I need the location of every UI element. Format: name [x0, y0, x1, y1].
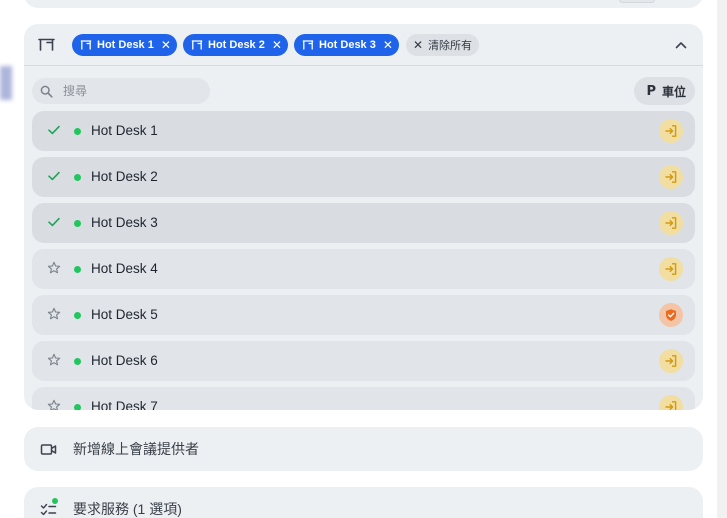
desk-row[interactable]: Hot Desk 7: [32, 387, 695, 410]
desk-icon: [80, 40, 92, 50]
star-icon[interactable]: [47, 261, 61, 275]
page: Hot Desk 1 ✕ Hot Desk 2 ✕ Hot Desk 3 ✕ ✕: [0, 0, 727, 518]
desk-icon: [302, 40, 314, 50]
previous-section-control[interactable]: [619, 0, 655, 3]
remove-chip-close-icon[interactable]: ✕: [272, 39, 282, 51]
service-indicator-dot: [52, 497, 58, 504]
remove-chip-close-icon[interactable]: ✕: [161, 39, 171, 51]
remove-chip-close-icon[interactable]: ✕: [383, 39, 393, 51]
add-conference-provider-label: 新增線上會議提供者: [73, 441, 199, 457]
availability-dot: [74, 358, 81, 365]
desk-row[interactable]: Hot Desk 3: [32, 203, 695, 243]
desk-name: Hot Desk 1: [91, 123, 158, 138]
parking-filter-button[interactable]: P 車位: [634, 77, 695, 105]
clear-all-button[interactable]: ✕ 清除所有: [406, 34, 480, 56]
check-in-icon[interactable]: [659, 349, 683, 373]
search-box[interactable]: [32, 78, 210, 104]
desk-row[interactable]: Hot Desk 6: [32, 341, 695, 381]
chip-label: Hot Desk 2: [208, 39, 265, 51]
star-icon[interactable]: [47, 307, 61, 321]
check-in-icon[interactable]: [659, 119, 683, 143]
add-conference-provider-row[interactable]: 新增線上會議提供者: [24, 427, 703, 471]
parking-label: 車位: [661, 84, 686, 99]
chevron-up-icon[interactable]: [673, 37, 689, 53]
shield-icon[interactable]: [659, 303, 683, 327]
scrollbar-track[interactable]: [717, 0, 727, 518]
availability-dot: [74, 404, 81, 410]
check-icon: [48, 217, 60, 227]
desk-name: Hot Desk 2: [91, 169, 158, 184]
selected-chip-hot-desk-3[interactable]: Hot Desk 3 ✕: [294, 34, 399, 56]
star-icon[interactable]: [47, 399, 61, 410]
background-window-edge: [0, 66, 12, 100]
request-services-label: 要求服務 (1 選項): [73, 501, 182, 517]
selected-chip-hot-desk-2[interactable]: Hot Desk 2 ✕: [183, 34, 288, 56]
desk-name: Hot Desk 3: [91, 215, 158, 230]
availability-dot: [74, 128, 81, 135]
chip-label: Hot Desk 1: [97, 39, 154, 51]
desk-name: Hot Desk 7: [91, 399, 158, 410]
check-icon: [48, 171, 60, 181]
close-icon: ✕: [413, 38, 424, 52]
desk-icon: [191, 40, 203, 50]
availability-dot: [74, 266, 81, 273]
clear-all-label: 清除所有: [428, 40, 473, 52]
availability-dot: [74, 220, 81, 227]
resource-picker-card: Hot Desk 1 ✕ Hot Desk 2 ✕ Hot Desk 3 ✕ ✕: [24, 24, 703, 410]
check-in-icon[interactable]: [659, 257, 683, 281]
parking-icon: P: [646, 83, 656, 99]
video-camera-icon: [40, 443, 57, 455]
check-in-icon[interactable]: [659, 395, 683, 410]
chip-label: Hot Desk 3: [319, 39, 376, 51]
desk-name: Hot Desk 5: [91, 307, 158, 322]
request-services-row[interactable]: 要求服務 (1 選項): [24, 487, 703, 518]
star-icon[interactable]: [47, 353, 61, 367]
desk-name: Hot Desk 4: [91, 261, 158, 276]
desk-list[interactable]: Hot Desk 1 Hot Desk 2 Hot Desk 3 Hot Desk 4…: [32, 111, 695, 410]
availability-dot: [74, 174, 81, 181]
previous-section-card: [24, 0, 703, 8]
check-in-icon[interactable]: [659, 165, 683, 189]
desk-row[interactable]: Hot Desk 1: [32, 111, 695, 151]
desk-icon: [38, 38, 55, 51]
check-in-icon[interactable]: [659, 211, 683, 235]
checklist-icon: [40, 497, 58, 518]
search-input[interactable]: [61, 83, 205, 99]
selected-chip-hot-desk-1[interactable]: Hot Desk 1 ✕: [72, 34, 177, 56]
check-icon: [48, 125, 60, 135]
desk-row[interactable]: Hot Desk 2: [32, 157, 695, 197]
availability-dot: [74, 312, 81, 319]
search-icon: [40, 85, 53, 98]
desk-row[interactable]: Hot Desk 4: [32, 249, 695, 289]
desk-row[interactable]: Hot Desk 5: [32, 295, 695, 335]
resource-picker-header: Hot Desk 1 ✕ Hot Desk 2 ✕ Hot Desk 3 ✕ ✕: [24, 24, 703, 66]
desk-name: Hot Desk 6: [91, 353, 158, 368]
